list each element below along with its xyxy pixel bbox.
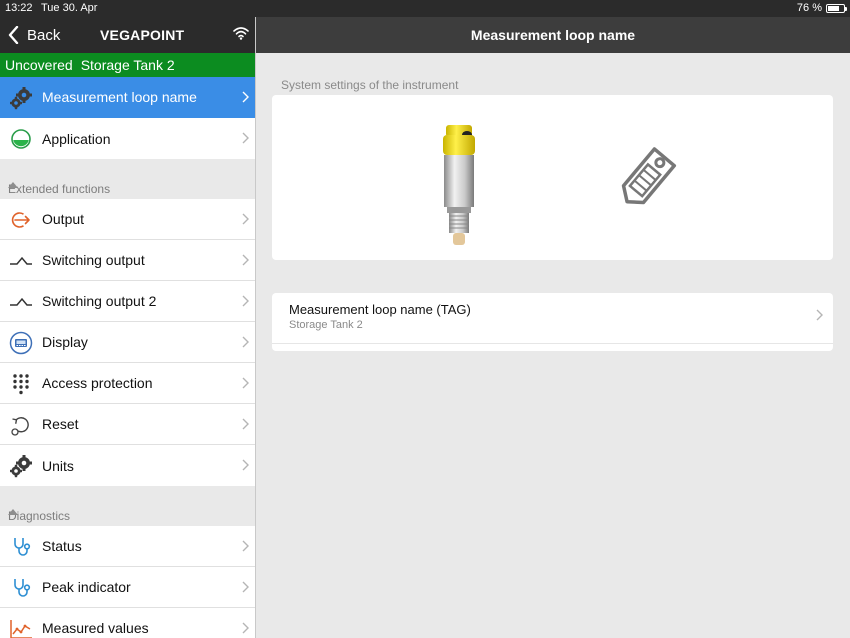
sidebar-item-label: Switching output 2 bbox=[42, 293, 157, 309]
setting-value: Storage Tank 2 bbox=[289, 319, 363, 331]
chevron-right-icon bbox=[242, 336, 249, 348]
section-title: Extended functions bbox=[8, 182, 111, 196]
chevron-right-icon bbox=[242, 459, 249, 471]
sidebar-item-status[interactable]: Status bbox=[0, 526, 255, 567]
sidebar-item-label: Display bbox=[42, 334, 88, 350]
chevron-right-icon bbox=[242, 254, 249, 266]
sidebar-item-units[interactable]: Units bbox=[0, 445, 255, 486]
chevron-right-icon bbox=[242, 377, 249, 389]
display-icon bbox=[9, 331, 33, 355]
switching-output-icon bbox=[9, 290, 33, 314]
sidebar-item-output[interactable]: Output bbox=[0, 199, 255, 240]
device-tag-text: Storage Tank 2 bbox=[80, 57, 175, 73]
back-label: Back bbox=[27, 26, 61, 44]
split-divider bbox=[255, 17, 256, 638]
application-icon bbox=[9, 127, 33, 151]
sidebar-item-measured-values[interactable]: Measured values bbox=[0, 608, 255, 638]
keypad-icon bbox=[9, 372, 33, 396]
stethoscope-icon bbox=[9, 535, 33, 559]
sidebar-item-access-protection[interactable]: Access protection bbox=[0, 363, 255, 404]
gear-icon bbox=[9, 454, 33, 478]
sidebar-item-label: Peak indicator bbox=[42, 579, 131, 595]
date: Tue 30. Apr bbox=[41, 2, 98, 14]
sidebar-item-peak-indicator[interactable]: Peak indicator bbox=[0, 567, 255, 608]
tag-setting-row[interactable]: Measurement loop name (TAG) Storage Tank… bbox=[272, 293, 833, 343]
sidebar-item-switching-output-2[interactable]: Switching output 2 bbox=[0, 281, 255, 322]
collapse-caret-icon bbox=[8, 182, 18, 188]
sidebar-item-label: Output bbox=[42, 211, 85, 227]
section-caption: System settings of the instrument bbox=[281, 78, 459, 92]
card-footer bbox=[272, 343, 833, 351]
chevron-left-icon bbox=[8, 26, 19, 44]
collapse-caret-icon bbox=[8, 509, 18, 515]
sidebar-item-label: Application bbox=[42, 130, 111, 147]
chevron-right-icon bbox=[242, 540, 249, 552]
chevron-right-icon bbox=[242, 622, 249, 634]
device-status-text: Uncovered bbox=[5, 57, 73, 73]
chevron-right-icon bbox=[242, 91, 249, 103]
setting-title: Measurement loop name (TAG) bbox=[289, 302, 471, 317]
sidebar-nav-bar: Back VEGAPOINT bbox=[0, 17, 255, 53]
chevron-right-icon bbox=[242, 132, 249, 144]
clock: 13:22 bbox=[5, 2, 33, 14]
back-button[interactable]: Back bbox=[8, 17, 60, 53]
chevron-right-icon bbox=[242, 418, 249, 430]
stethoscope-icon bbox=[9, 576, 33, 600]
sidebar-item-switching-output[interactable]: Switching output bbox=[0, 240, 255, 281]
sidebar-item-measurement-loop-name[interactable]: Measurement loop name bbox=[0, 77, 255, 118]
instrument-image-card bbox=[272, 95, 833, 260]
tag-icon bbox=[621, 147, 677, 205]
wifi-icon bbox=[233, 27, 249, 40]
detail-nav-title: Measurement loop name bbox=[256, 17, 850, 53]
sidebar-item-label: Access protection bbox=[42, 375, 153, 391]
device-name: VEGAPOINT bbox=[100, 27, 185, 43]
section-header-diagnostics[interactable]: Diagnostics bbox=[0, 504, 255, 526]
battery-fill bbox=[828, 6, 840, 11]
gears-icon bbox=[9, 86, 33, 110]
sensor-device-image bbox=[443, 125, 475, 245]
chevron-right-icon bbox=[242, 295, 249, 307]
battery-percentage: 76 % bbox=[796, 2, 822, 14]
system-status-bar: 13:22 Tue 30. Apr 76 % bbox=[0, 0, 850, 17]
sidebar-item-reset[interactable]: Reset bbox=[0, 404, 255, 445]
chevron-right-icon bbox=[816, 309, 823, 321]
sidebar-item-label: Status bbox=[42, 538, 82, 554]
sidebar-item-label: Measured values bbox=[42, 620, 149, 636]
sidebar-item-label: Units bbox=[42, 457, 74, 474]
sidebar-item-label: Reset bbox=[42, 416, 79, 432]
sidebar-item-label: Measurement loop name bbox=[42, 89, 197, 105]
chart-icon bbox=[9, 617, 33, 638]
output-icon bbox=[9, 208, 33, 232]
sidebar-item-label: Switching output bbox=[42, 252, 145, 268]
section-header-extended-functions[interactable]: Extended functions bbox=[0, 177, 255, 199]
battery-icon bbox=[826, 4, 847, 13]
reset-icon bbox=[9, 413, 33, 437]
sidebar: Back VEGAPOINT Uncovered Storage Tank 2 bbox=[0, 17, 255, 638]
sidebar-item-application[interactable]: Application bbox=[0, 118, 255, 159]
device-status-banner: Uncovered Storage Tank 2 bbox=[0, 53, 255, 77]
chevron-right-icon bbox=[242, 213, 249, 225]
chevron-right-icon bbox=[242, 581, 249, 593]
sidebar-item-display[interactable]: Display bbox=[0, 322, 255, 363]
switching-output-icon bbox=[9, 249, 33, 273]
